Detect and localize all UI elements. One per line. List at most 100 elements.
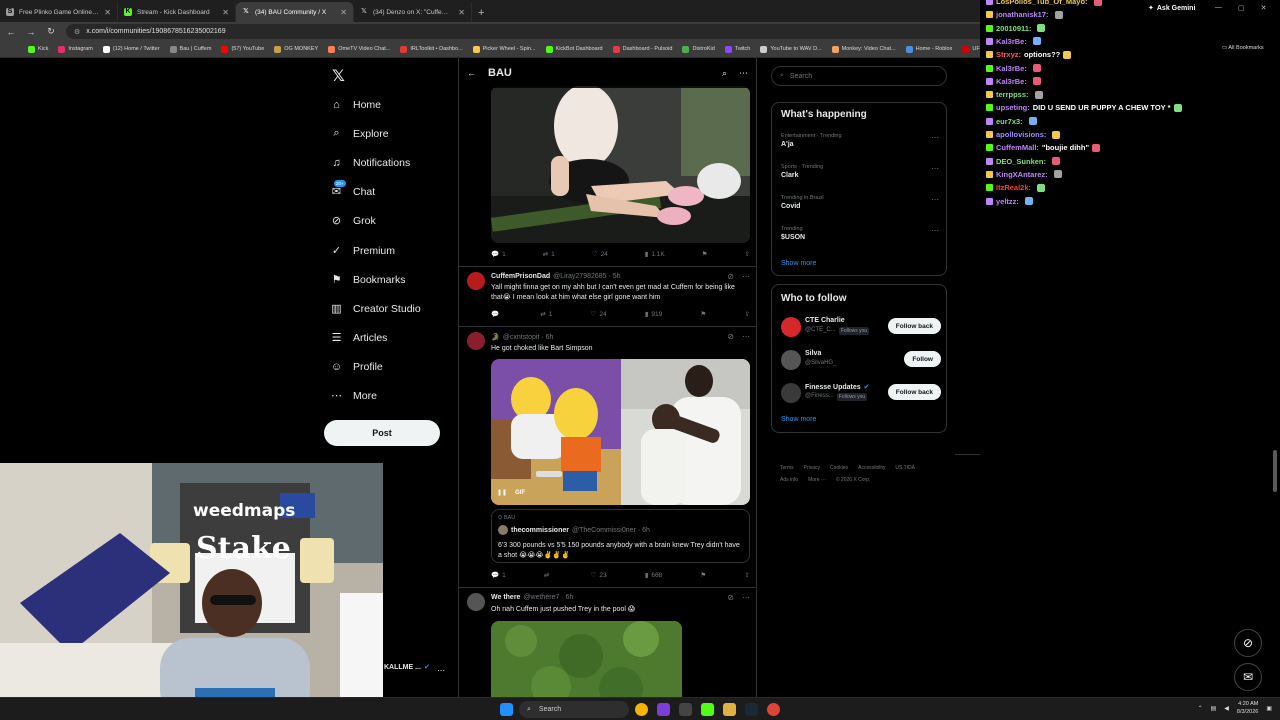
- kick-icon[interactable]: [701, 703, 714, 716]
- post-button[interactable]: Post: [324, 420, 440, 446]
- bookmark-item[interactable]: Bau | Cuffem: [169, 45, 211, 53]
- author-name[interactable]: We there: [491, 594, 520, 601]
- bookmark-item[interactable]: Twitch: [724, 45, 750, 53]
- nav-item-grok[interactable]: ⊘ Grok: [330, 214, 376, 228]
- volume-icon[interactable]: ◀: [1224, 705, 1229, 712]
- chat-username[interactable]: DEO_Sunken:: [996, 157, 1046, 166]
- more-icon[interactable]: ⋯: [742, 593, 750, 602]
- bookmark-item[interactable]: Dashboard - Pulsoid: [612, 45, 672, 53]
- clock[interactable]: 4:20 AM 8/3/2026: [1237, 700, 1258, 716]
- scrollbar[interactable]: [1272, 62, 1278, 694]
- tab-close-icon[interactable]: ✕: [222, 8, 229, 17]
- tab-plinko[interactable]: S Free Plinko Game Online - Play ✕: [0, 2, 118, 22]
- bookmark-item[interactable]: OmeTV Video Chat...: [328, 45, 390, 53]
- messages-float-icon[interactable]: ✉: [1234, 663, 1262, 691]
- avatar[interactable]: [781, 350, 801, 370]
- new-tab-icon[interactable]: +: [472, 7, 490, 22]
- more-icon[interactable]: ⋯: [931, 195, 939, 204]
- grok-icon[interactable]: ⊘: [727, 593, 734, 602]
- bookmark-item[interactable]: (12) Home / Twitter: [102, 45, 160, 53]
- more-icon[interactable]: ⋯: [931, 133, 939, 142]
- footer-link[interactable]: Privacy: [804, 462, 820, 474]
- more-options-icon[interactable]: ⋯: [739, 68, 748, 79]
- bookmark-item[interactable]: Home - Roblox: [905, 45, 952, 53]
- tab-bau-community[interactable]: 𝕏 (34) BAU Community / X ✕: [236, 2, 354, 22]
- footer-link[interactable]: Cookies: [830, 462, 848, 474]
- trend-item[interactable]: Trending in Brazil Covid ⋯: [781, 195, 939, 210]
- back-arrow-icon[interactable]: ←: [467, 68, 476, 78]
- chat-username[interactable]: LosPollos_Tub_Of_Mayo:: [996, 0, 1088, 6]
- trend-item[interactable]: Entertainment · Trending A'ja ⋯: [781, 133, 939, 148]
- post-video[interactable]: [491, 621, 682, 700]
- author-handle[interactable]: @Liray27982685 · 5h: [553, 273, 620, 280]
- trend-item[interactable]: Sports · Trending Clark ⋯: [781, 164, 939, 179]
- bookmark-item[interactable]: OG MONKEY: [274, 45, 318, 53]
- bookmark-icon[interactable]: ⚑: [702, 250, 708, 258]
- chat-username[interactable]: apollovisions:: [996, 130, 1046, 139]
- chat-username[interactable]: Kal3rBe:: [996, 77, 1027, 86]
- follow-button[interactable]: Follow: [904, 351, 941, 367]
- chat-username[interactable]: Kal3rBe:: [996, 64, 1027, 73]
- tray-chevron-icon[interactable]: ⌃: [1198, 705, 1203, 712]
- nav-item-explore[interactable]: ⌕ Explore: [330, 127, 388, 140]
- repost-button[interactable]: ⇄ 1: [543, 250, 555, 259]
- reload-icon[interactable]: ↻: [46, 26, 56, 37]
- reply-button[interactable]: 💬 1: [491, 571, 506, 580]
- search-input[interactable]: ⌕ Search: [771, 66, 947, 86]
- ask-gemini-button[interactable]: ✦ Ask Gemini: [1148, 4, 1195, 13]
- footer-link[interactable]: US TIDA: [895, 462, 915, 474]
- show-more-trends-link[interactable]: Show more: [781, 260, 816, 267]
- author-name[interactable]: 🐊: [491, 333, 500, 341]
- bookmark-icon[interactable]: ⚑: [700, 310, 706, 318]
- follow-suggestion[interactable]: CTE Charlie @CTE_C... Follows you Follow ba…: [781, 315, 941, 339]
- bookmark-item[interactable]: YouTube to WAV D...: [760, 45, 822, 53]
- author-handle[interactable]: @cxntstopit · 6h: [503, 334, 554, 341]
- avatar[interactable]: [781, 317, 801, 337]
- taskbar-search[interactable]: ⌕ Search: [519, 701, 629, 718]
- bookmark-icon[interactable]: ⚑: [700, 571, 706, 579]
- chat-username[interactable]: ItzReal2k:: [996, 183, 1031, 192]
- avatar[interactable]: [467, 332, 485, 350]
- chat-username[interactable]: Strxyz:: [996, 50, 1021, 59]
- more-icon[interactable]: ⋯: [742, 332, 750, 341]
- show-more-follow-link[interactable]: Show more: [781, 416, 816, 423]
- post-image[interactable]: [491, 86, 750, 243]
- follow-suggestion[interactable]: Finesse Updates ✔ @Finess... Follows you Fol…: [781, 381, 941, 405]
- minimize-icon[interactable]: —: [1215, 4, 1222, 12]
- share-icon[interactable]: ⇧: [745, 310, 750, 318]
- footer-link[interactable]: Terms: [780, 462, 794, 474]
- nav-item-premium[interactable]: ✓ Premium: [330, 244, 395, 258]
- nav-item-chat[interactable]: ✉ 20+ Chat: [330, 180, 375, 198]
- trend-item[interactable]: Trending $USON ⋯: [781, 226, 939, 241]
- bookmark-item[interactable]: DistroKid: [682, 45, 715, 53]
- bookmark-item[interactable]: Picker Wheel - Spin...: [472, 45, 536, 53]
- chat-username[interactable]: terrppss:: [996, 90, 1029, 99]
- chat-username[interactable]: eur7x3:: [996, 117, 1023, 126]
- back-icon[interactable]: ←: [6, 27, 16, 37]
- grok-icon[interactable]: ⊘: [727, 272, 734, 281]
- more-icon[interactable]: ⋯: [931, 164, 939, 173]
- avatar[interactable]: [467, 272, 485, 290]
- quoted-post[interactable]: ⛭ BAU thecommissioner @TheCommissi0ner ·…: [491, 509, 750, 563]
- author-handle[interactable]: @wethere7 · 6h: [523, 594, 573, 601]
- tab-kick-dashboard[interactable]: K Stream - Kick Dashboard ✕: [118, 2, 236, 22]
- bookmark-item[interactable]: KickBot Dashboard: [545, 45, 603, 53]
- grok-icon[interactable]: ⊘: [727, 332, 734, 341]
- chat-username[interactable]: Kal3rBe:: [996, 37, 1027, 46]
- nav-item-profile[interactable]: ☺ Profile: [330, 360, 383, 373]
- nav-item-creator-studio[interactable]: ▥ Creator Studio: [330, 302, 420, 316]
- chrome-active-icon[interactable]: [767, 703, 780, 716]
- nav-item-articles[interactable]: ☰ Articles: [330, 331, 388, 345]
- nav-item-more[interactable]: ⋯ More: [330, 389, 377, 403]
- all-bookmarks-button[interactable]: ▭ All Bookmarks: [1222, 45, 1264, 51]
- chat-username[interactable]: upseting:: [996, 103, 1030, 112]
- site-info-icon[interactable]: ⚙: [74, 28, 80, 36]
- discord-icon[interactable]: [657, 703, 670, 716]
- share-icon[interactable]: ⇧: [745, 571, 750, 579]
- profile-mini-card[interactable]: KALLME ... ✔: [384, 663, 430, 672]
- chat-username[interactable]: KingXAntarez:: [996, 170, 1048, 179]
- forward-icon[interactable]: →: [26, 27, 36, 37]
- chat-username[interactable]: yeltzz:: [996, 197, 1019, 206]
- search-icon[interactable]: ⌕: [722, 68, 727, 79]
- bookmark-item[interactable]: Instagram: [58, 45, 93, 53]
